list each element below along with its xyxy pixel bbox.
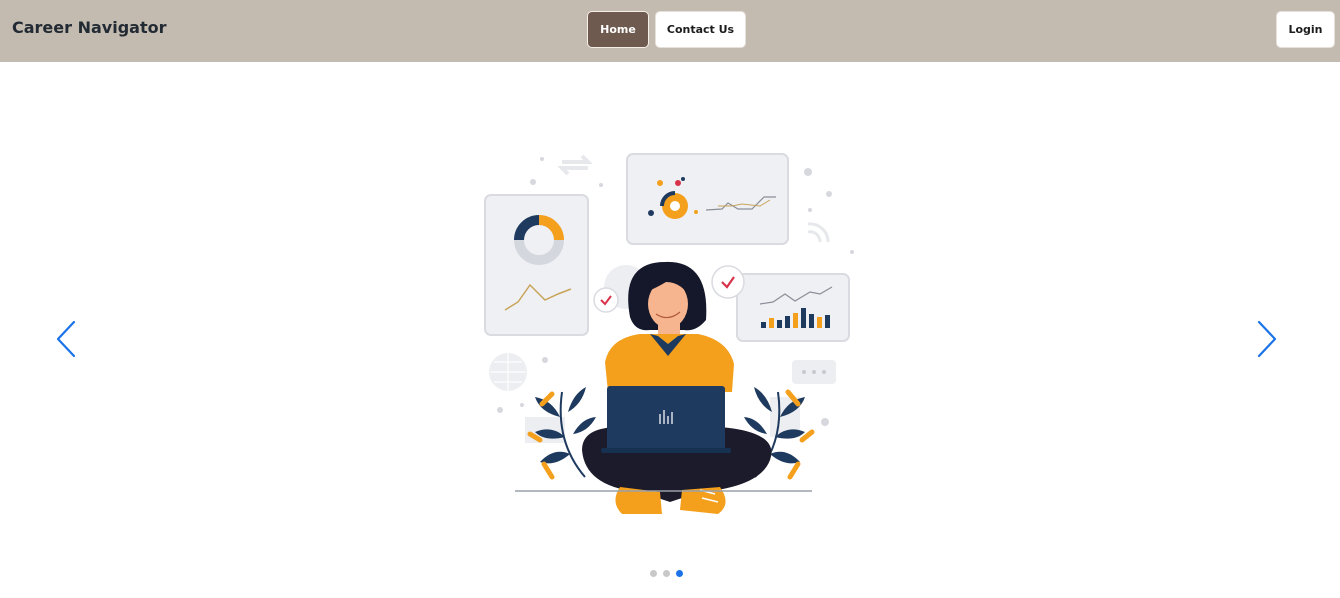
- login-button[interactable]: Login: [1276, 11, 1335, 48]
- brand-title[interactable]: Career Navigator: [12, 18, 166, 37]
- carousel-prev-button[interactable]: [52, 314, 82, 364]
- donut-chart-card: [484, 194, 589, 336]
- slide-illustration: [484, 153, 854, 514]
- chevron-left-icon: [56, 320, 76, 358]
- scatter-card: [626, 153, 789, 245]
- carousel-indicator-1[interactable]: [650, 570, 657, 577]
- hero-carousel: [0, 62, 1340, 598]
- navbar: Career Navigator Home Contact Us Login: [0, 0, 1340, 62]
- laptop-icon: [601, 386, 731, 453]
- nav-contact-button[interactable]: Contact Us: [655, 11, 746, 48]
- carousel-indicator-3[interactable]: [676, 570, 683, 577]
- carousel-indicator-2[interactable]: [663, 570, 670, 577]
- carousel-next-button[interactable]: [1251, 314, 1281, 364]
- nav-home-button[interactable]: Home: [587, 11, 649, 48]
- carousel-indicators: [650, 570, 690, 578]
- bar-chart-card: [736, 273, 850, 342]
- chevron-right-icon: [1257, 320, 1277, 358]
